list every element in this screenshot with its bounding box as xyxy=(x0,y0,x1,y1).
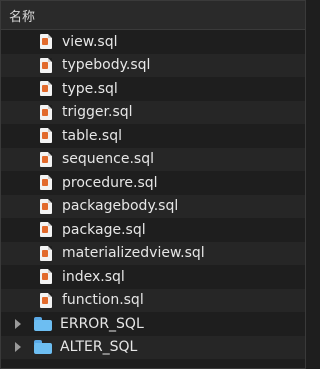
sql-file-icon xyxy=(40,57,52,73)
file-row[interactable]: packagebody.sql xyxy=(1,194,305,218)
file-row[interactable]: procedure.sql xyxy=(1,171,305,195)
file-row[interactable]: index.sql xyxy=(1,265,305,289)
file-name: view.sql xyxy=(62,33,118,50)
sql-file-icon xyxy=(40,151,52,167)
folder-icon xyxy=(34,316,52,331)
sql-file-icon xyxy=(40,292,52,308)
folder-name: ERROR_SQL xyxy=(60,315,144,332)
file-browser-panel: 名称 view.sql typebody.sql type.sql trigger.s… xyxy=(0,0,306,369)
sql-file-icon xyxy=(40,198,52,214)
file-name: table.sql xyxy=(62,127,122,144)
file-name: procedure.sql xyxy=(62,174,158,191)
file-name: index.sql xyxy=(62,268,125,285)
folder-name: ALTER_SQL xyxy=(60,339,138,356)
file-name: package.sql xyxy=(62,221,146,238)
file-row[interactable]: view.sql xyxy=(1,30,305,54)
file-row[interactable]: function.sql xyxy=(1,288,305,312)
chevron-right-icon[interactable] xyxy=(13,318,23,329)
file-row[interactable]: table.sql xyxy=(1,124,305,148)
file-row[interactable]: type.sql xyxy=(1,77,305,101)
file-row[interactable]: materializedview.sql xyxy=(1,241,305,265)
sql-file-icon xyxy=(40,128,52,144)
file-name: function.sql xyxy=(62,292,144,309)
column-title: 名称 xyxy=(9,9,36,25)
folder-icon xyxy=(34,340,52,355)
file-row[interactable]: trigger.sql xyxy=(1,100,305,124)
sql-file-icon xyxy=(40,104,52,120)
file-name: trigger.sql xyxy=(62,104,133,121)
file-list: view.sql typebody.sql type.sql trigger.sql t… xyxy=(1,30,305,359)
sql-file-icon xyxy=(40,81,52,97)
sql-file-icon xyxy=(40,222,52,238)
file-name: sequence.sql xyxy=(62,151,154,168)
chevron-right-icon[interactable] xyxy=(13,342,23,353)
sql-file-icon xyxy=(40,269,52,285)
name-column-header[interactable]: 名称 xyxy=(1,1,305,30)
sql-file-icon xyxy=(40,245,52,261)
file-row[interactable]: typebody.sql xyxy=(1,53,305,77)
sql-file-icon xyxy=(40,175,52,191)
file-name: typebody.sql xyxy=(62,57,151,74)
file-name: packagebody.sql xyxy=(62,198,179,215)
file-row[interactable]: sequence.sql xyxy=(1,147,305,171)
file-name: materializedview.sql xyxy=(62,245,205,262)
sql-file-icon xyxy=(40,34,52,50)
folder-row[interactable]: ALTER_SQL xyxy=(1,335,305,359)
file-name: type.sql xyxy=(62,80,118,97)
folder-row[interactable]: ERROR_SQL xyxy=(1,312,305,336)
file-row[interactable]: package.sql xyxy=(1,218,305,242)
